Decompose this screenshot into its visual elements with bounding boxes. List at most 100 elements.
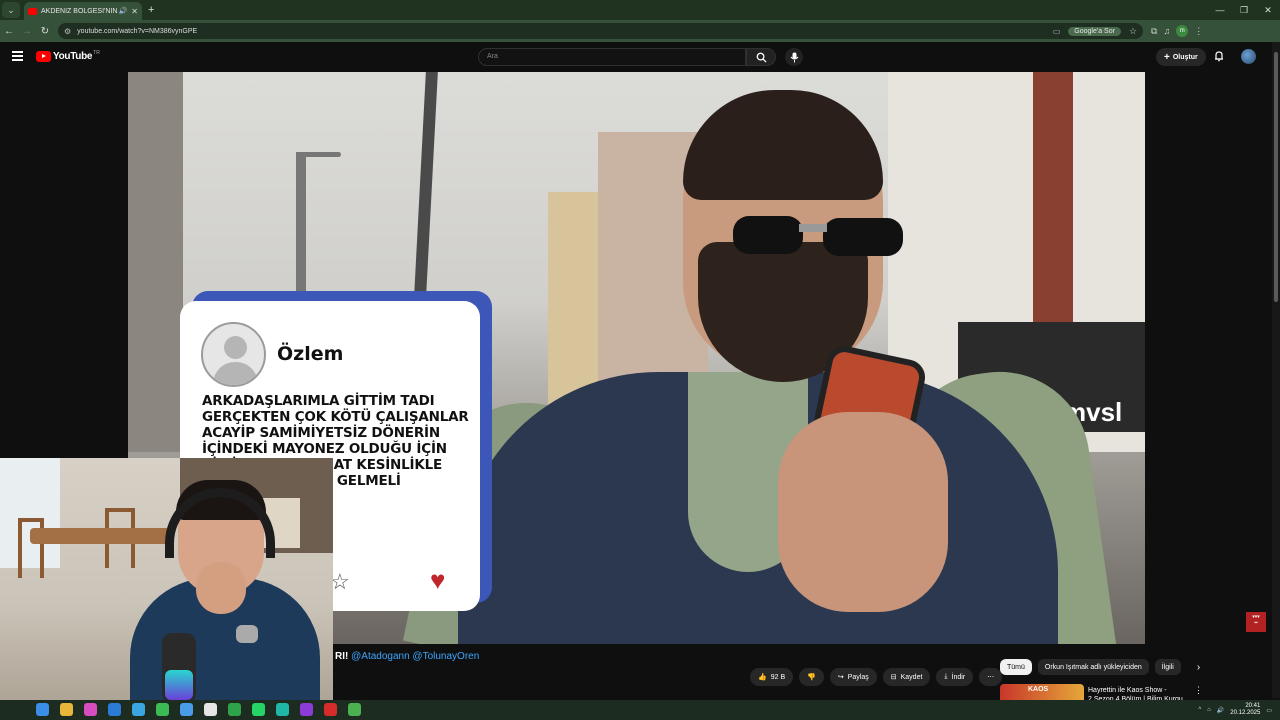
minimize-icon[interactable]: —: [1208, 0, 1232, 20]
window-controls: — ❐ ✕: [1208, 0, 1280, 20]
windows-taskbar: ^ ⌂ 🔊 20:41 20.12.2025 ▭: [0, 700, 1280, 720]
search-input[interactable]: Ara: [478, 48, 746, 66]
whatsapp-icon[interactable]: [252, 703, 265, 716]
street-lamp-arm: [296, 152, 341, 157]
reviewer-name: Özlem: [277, 343, 344, 365]
app-icon-9[interactable]: [324, 703, 337, 716]
country-code: TR: [93, 49, 100, 56]
app-icon-2[interactable]: [108, 703, 121, 716]
chip-related[interactable]: İlgili: [1154, 659, 1181, 675]
voice-search-button[interactable]: [785, 48, 803, 66]
notifications-bell-icon[interactable]: [1213, 50, 1225, 62]
restore-icon[interactable]: ❐: [1232, 0, 1256, 20]
close-tab-icon[interactable]: ✕: [131, 7, 138, 16]
webcam-chair-left: [18, 518, 44, 578]
profile-avatar[interactable]: m: [1176, 25, 1189, 37]
download-button[interactable]: ⤓ İndir: [936, 668, 974, 686]
more-actions-button[interactable]: ⋯: [979, 668, 1003, 686]
sunglasses-icon: [733, 216, 903, 256]
building-red-column: [1033, 72, 1073, 322]
bookmark-star-icon[interactable]: ☆: [1129, 26, 1137, 37]
clock-date: 20.12.2025: [1230, 710, 1261, 716]
youtube-wordmark: YouTube: [53, 51, 93, 62]
recommendation-filter-chips: Tümü Orkun Işıtmak adlı yükleyiciden İlg…: [1000, 659, 1200, 675]
recommendation-thumbnail[interactable]: KAOS: [1000, 684, 1084, 700]
like-button[interactable]: 👍 92 B: [750, 668, 794, 686]
audio-playing-icon[interactable]: 🔊: [119, 7, 128, 15]
close-window-icon[interactable]: ✕: [1256, 0, 1280, 20]
download-icon: ⤓: [944, 673, 948, 680]
app-icon-4[interactable]: [180, 703, 193, 716]
tray-chevron-icon[interactable]: ^: [1198, 707, 1201, 713]
forward-icon[interactable]: →: [18, 26, 36, 37]
page-scrollbar[interactable]: [1272, 42, 1280, 698]
search-button[interactable]: [746, 48, 776, 66]
channel-watermark-icon[interactable]: ▾▾▾ ▪▪: [1246, 612, 1266, 632]
youtube-play-icon: [36, 51, 51, 62]
app-icon-5[interactable]: [204, 703, 217, 716]
extensions-icon[interactable]: ⧉: [1151, 26, 1157, 37]
browser-menu-icon[interactable]: ⋮: [1194, 26, 1203, 37]
youtube-logo[interactable]: YouTube TR: [36, 49, 100, 62]
bookmark-icon: ⊟: [890, 674, 897, 681]
cast-icon[interactable]: ▭: [1053, 27, 1061, 36]
omnibox[interactable]: ⚙ youtube.com/watch?v=NM386vynGPE ▭ Goog…: [58, 23, 1143, 39]
windows-start-icon[interactable]: [36, 703, 49, 716]
more-horizontal-icon: ⋯: [987, 674, 995, 681]
app-icon-8[interactable]: [300, 703, 313, 716]
youtube-favicon-icon: [28, 7, 37, 15]
browser-tab-active[interactable]: AKDENİZ BÖLGESİ'NİN EN İ 🔊 ✕: [24, 2, 142, 20]
back-icon[interactable]: ←: [0, 26, 18, 37]
chip-all[interactable]: Tümü: [1000, 659, 1032, 675]
thumbs-up-icon: 👍: [758, 674, 767, 681]
app-icon-10[interactable]: [348, 703, 361, 716]
tab-search-button[interactable]: ⌄: [2, 2, 20, 18]
video-title-text: RI!: [335, 651, 349, 662]
chip-from-uploader[interactable]: Orkun Işıtmak adlı yükleyiciden: [1037, 659, 1149, 675]
more-vertical-icon[interactable]: ⋮: [1194, 685, 1203, 696]
browser-tab-strip: ⌄ AKDENİZ BÖLGESİ'NİN EN İ 🔊 ✕ + — ❐ ✕: [0, 0, 1280, 20]
system-tray: ^ ⌂ 🔊 20:41 20.12.2025 ▭: [1198, 700, 1272, 720]
video-actions: 👍 92 B 👎 ↪ Paylaş ⊟ Kaydet ⤓ İndir ⋯: [750, 668, 1003, 686]
media-icon[interactable]: ♫: [1163, 26, 1170, 36]
video-title-mentions[interactable]: @Atadogann @TolunayOren: [351, 651, 479, 662]
menu-icon[interactable]: [12, 51, 23, 61]
chevron-right-icon[interactable]: ›: [1197, 662, 1200, 673]
create-label: Oluştur: [1172, 53, 1198, 61]
share-label: Paylaş: [847, 673, 869, 681]
network-icon[interactable]: ⌂: [1207, 707, 1211, 713]
webcam-table: [30, 528, 170, 544]
wristwatch: [236, 625, 258, 643]
microphone-icon: [790, 52, 798, 62]
video-title: RI! @Atadogann @TolunayOren: [335, 651, 479, 662]
youtube-header: YouTube TR Ara + Oluştur: [0, 42, 1272, 72]
volume-icon[interactable]: 🔊: [1217, 707, 1224, 714]
dislike-button[interactable]: 👎: [799, 668, 824, 686]
url-text[interactable]: youtube.com/watch?v=NM386vynGPE: [77, 28, 197, 35]
app-icon-1[interactable]: [84, 703, 97, 716]
create-button[interactable]: + Oluştur: [1156, 48, 1206, 66]
share-button[interactable]: ↪ Paylaş: [829, 668, 877, 686]
save-label: Kaydet: [900, 673, 923, 681]
new-tab-button[interactable]: +: [148, 4, 154, 16]
site-info-icon[interactable]: ⚙: [64, 27, 71, 36]
app-icon-6[interactable]: [228, 703, 241, 716]
taskbar-clock[interactable]: 20:41 20.12.2025: [1230, 703, 1260, 717]
person-hand: [778, 412, 948, 612]
chrome-icon[interactable]: [156, 703, 169, 716]
app-icon-3[interactable]: [132, 703, 145, 716]
search-icon: [756, 52, 767, 63]
webcam-overlay: [0, 458, 333, 720]
microphone-rgb-glow: [165, 670, 193, 700]
reviewer-avatar-icon: [201, 322, 266, 387]
scrollbar-thumb[interactable]: [1274, 52, 1278, 302]
account-avatar[interactable]: [1241, 49, 1256, 64]
streamer-hand: [196, 562, 246, 614]
thumbs-down-icon: 👎: [807, 674, 816, 681]
notification-center-icon[interactable]: ▭: [1266, 707, 1272, 714]
google-ask-button[interactable]: Google'a Sor: [1068, 26, 1121, 36]
app-icon-7[interactable]: [276, 703, 289, 716]
save-button[interactable]: ⊟ Kaydet: [882, 668, 931, 686]
reload-icon[interactable]: ↻: [36, 26, 54, 37]
file-explorer-icon[interactable]: [60, 703, 73, 716]
